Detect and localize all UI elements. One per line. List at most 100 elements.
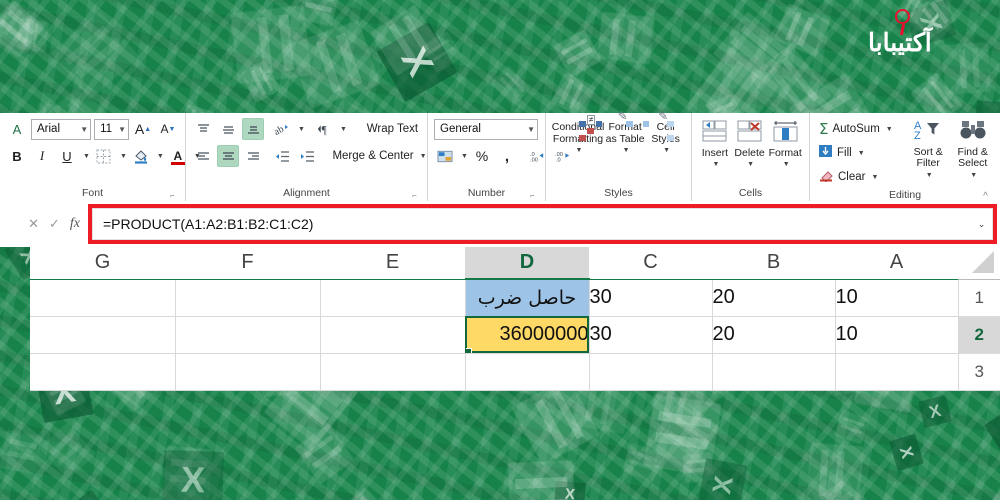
bold-button[interactable]: B [6,145,28,167]
font-name-combo[interactable]: Arial ▼ [31,118,92,140]
cell-B2[interactable]: 20 [712,316,836,354]
orientation-chevron-icon[interactable]: ▼ [298,126,305,133]
align-bottom-icon[interactable] [242,118,264,140]
cell-A1[interactable]: 10 [835,279,959,317]
collapse-ribbon-button[interactable]: ^ [981,192,990,202]
cell-F1[interactable] [175,279,321,317]
column-header-A[interactable]: A [835,247,958,280]
insert-cells-label: Insert [701,146,729,159]
shrink-font-icon[interactable]: A ▼ [157,118,179,140]
row-header-1[interactable]: 1 [958,279,1000,317]
column-header-C[interactable]: C [589,247,712,280]
cell-F2[interactable] [175,316,321,354]
cell-G2[interactable] [30,316,176,354]
align-center-icon[interactable] [217,145,239,167]
sort-filter-button[interactable]: AZ Sort & Filter ▼ [907,118,950,181]
cell-D3[interactable] [465,353,590,391]
cell-C2[interactable]: 30 [589,316,713,354]
clear-chevron-icon[interactable]: ▼ [871,174,878,181]
cell-F3[interactable] [175,353,321,391]
cell-A3[interactable] [835,353,959,391]
cell-E2[interactable] [320,316,466,354]
underline-button[interactable]: U [56,145,78,167]
delete-chevron-icon[interactable]: ▼ [747,159,754,171]
align-right-icon[interactable] [242,145,264,167]
find-select-button[interactable]: Find & Select ▼ [951,118,994,181]
cell-styles-button[interactable]: ✎ Cell Styles ▼ [646,110,685,157]
fill-color-icon[interactable] [130,145,152,167]
cell-styles-chevron-icon[interactable]: ▼ [663,145,670,157]
format-chevron-icon[interactable]: ▼ [783,159,790,171]
borders-icon[interactable] [93,145,115,167]
comma-style-button[interactable]: , [496,145,518,167]
underline-chevron-icon[interactable]: ▼ [83,153,90,160]
conditional-formatting-button[interactable]: ≠ Conditional Formatting ▼ [552,115,604,157]
accounting-format-icon[interactable] [434,145,456,167]
alignment-dialog-launcher[interactable]: ⌐ [410,191,419,200]
column-header-D[interactable]: D [465,247,589,280]
percent-style-button[interactable]: % [471,145,493,167]
decrease-indent-icon[interactable] [272,145,294,167]
sort-filter-chevron-icon[interactable]: ▼ [926,170,933,182]
column-header-F[interactable]: F [175,247,320,280]
format-as-table-button[interactable]: ✎ Format as Table ▼ [604,110,650,157]
format-as-table-chevron-icon[interactable]: ▼ [623,145,630,157]
expand-formula-bar-icon[interactable]: ⌄ [971,208,993,240]
conditional-formatting-chevron-icon[interactable]: ▼ [576,145,583,157]
chevron-down-icon: ▼ [80,124,89,134]
accounting-chevron-icon[interactable]: ▼ [461,153,468,160]
increase-indent-icon[interactable] [297,145,319,167]
font-size-combo[interactable]: 11 ▼ [94,118,129,140]
align-top-icon[interactable] [192,118,214,140]
select-all-corner[interactable] [958,247,1000,280]
insert-function-icon[interactable]: fx [70,216,80,232]
align-left-icon[interactable] [192,145,214,167]
fill-color-chevron-icon[interactable]: ▼ [157,153,164,160]
insert-cells-button[interactable]: Insert ▼ [698,119,732,171]
font-dialog-launcher[interactable]: ⌐ [168,191,177,200]
merge-center-chevron-icon[interactable]: ▼ [420,153,427,160]
insert-chevron-icon[interactable]: ▼ [712,159,719,171]
number-dialog-launcher[interactable]: ⌐ [528,191,537,200]
column-header-B[interactable]: B [712,247,835,280]
fill-button[interactable]: Fill ▼ [816,142,905,164]
merge-center-button[interactable]: Merge & Center ▼ [330,145,426,167]
enter-formula-icon[interactable]: ✓ [49,216,60,232]
row-header-2[interactable]: 2 [958,316,1000,354]
align-middle-icon[interactable] [217,118,239,140]
cancel-formula-icon[interactable]: ✕ [28,216,39,232]
borders-chevron-icon[interactable]: ▼ [120,153,127,160]
cell-B1[interactable]: 20 [712,279,836,317]
cell-A2[interactable]: 10 [835,316,959,354]
cell-C3[interactable] [589,353,713,391]
autosum-chevron-icon[interactable]: ▼ [886,126,893,133]
text-direction-icon[interactable]: ¶ [313,118,335,140]
number-format-combo[interactable]: General ▼ [434,118,538,140]
fill-chevron-icon[interactable]: ▼ [858,150,865,157]
cell-G1[interactable] [30,279,176,317]
font-preview-icon: A [12,121,22,137]
clear-button[interactable]: Clear ▼ [816,166,905,188]
grow-font-icon[interactable]: A ▲ [132,118,154,140]
cell-E1[interactable] [320,279,466,317]
cell-D1[interactable]: حاصل ضرب [465,279,590,317]
row-header-3[interactable]: 3 [958,353,1000,391]
formula-input[interactable]: =PRODUCT(A1:A2:B1:B2:C1:C2) [92,208,971,240]
cell-E3[interactable] [320,353,466,391]
worksheet-grid: A B C D E F G 1 10 20 30 حاصل ضرب 2 10 2… [30,247,1000,391]
find-select-chevron-icon[interactable]: ▼ [970,170,977,182]
cell-D2[interactable]: 36000000 [465,316,590,354]
cell-G3[interactable] [30,353,176,391]
orientation-icon[interactable]: ab [271,118,293,140]
text-direction-chevron-icon[interactable]: ▼ [340,126,347,133]
cell-C1[interactable]: 30 [589,279,713,317]
autosum-button[interactable]: Σ AutoSum ▼ [816,118,905,140]
italic-button[interactable]: I [31,145,53,167]
delete-cells-button[interactable]: Delete ▼ [732,119,768,171]
format-cells-button[interactable]: Format ▼ [767,119,803,171]
column-header-G[interactable]: G [30,247,175,280]
cell-B3[interactable] [712,353,836,391]
wrap-text-button[interactable]: Wrap Text [356,118,421,140]
column-header-E[interactable]: E [320,247,465,280]
autosum-label: AutoSum [832,123,880,135]
